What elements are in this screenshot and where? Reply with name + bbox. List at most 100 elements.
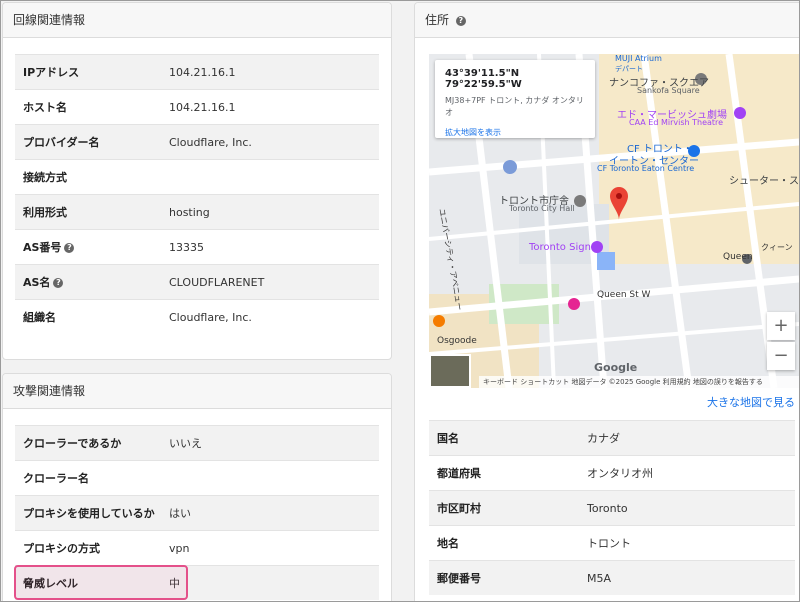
row-key: 組織名 [15, 299, 169, 334]
row-value: 中 [169, 565, 379, 600]
row-key-label: クローラーであるか [23, 437, 122, 450]
line-info-card: 回線関連情報 IPアドレス 104.21.16.1 ホスト名 104.21.16.1 プ… [2, 2, 392, 360]
row-key-label: 国名 [437, 432, 459, 445]
help-icon[interactable]: ? [53, 278, 64, 288]
table-row: 市区町村 Toronto [429, 490, 795, 526]
table-row: クローラーであるか いいえ [15, 425, 379, 461]
row-key: 利用形式 [15, 194, 169, 230]
threat-level-highlight [14, 565, 188, 600]
big-map-link[interactable]: 大きな地図で見る [429, 394, 795, 410]
row-key-label: プロバイダー名 [23, 136, 100, 149]
row-key: IPアドレス [15, 54, 169, 90]
row-key: ホスト名 [15, 89, 169, 125]
row-key-label: 接続方式 [23, 171, 67, 184]
row-key: 市区町村 [429, 490, 587, 526]
page-frame: 回線関連情報 IPアドレス 104.21.16.1 ホスト名 104.21.16.1 プ… [0, 0, 800, 602]
help-icon[interactable]: ? [64, 243, 75, 253]
row-key-label: 組織名 [23, 311, 56, 324]
map-label-osgoode: Osgoode [437, 336, 477, 346]
row-key-label: AS名 [23, 276, 51, 289]
address-card: 住所 ? 43°39'11.5"N 79°22'59.5"W MJ38+7PF … [414, 2, 799, 601]
row-value: オンタリオ州 [587, 455, 795, 491]
row-key: 地名 [429, 525, 587, 561]
row-key: クローラーであるか [15, 425, 169, 461]
attack-info-header: 攻撃関連情報 [3, 374, 391, 409]
row-key: 接続方式 [15, 159, 169, 195]
map-plus-code: MJ38+7PF トロント, カナダ オンタリオ [445, 96, 584, 117]
row-value: 13335 [169, 229, 379, 265]
row-value: Toronto [587, 490, 795, 526]
row-value [169, 460, 379, 496]
table-row: 利用形式 hosting [15, 194, 379, 230]
table-row: 組織名 Cloudflare, Inc. [15, 299, 379, 334]
table-row: AS名? CLOUDFLARENET [15, 264, 379, 300]
row-key-label: プロキシを使用しているか [23, 507, 155, 520]
table-row: 接続方式 [15, 159, 379, 195]
row-key-label: AS番号 [23, 241, 62, 254]
row-key-label: 地名 [437, 537, 459, 550]
row-key-label: 郵便番号 [437, 572, 481, 585]
row-value: はい [169, 495, 379, 531]
help-icon[interactable]: ? [455, 15, 466, 26]
map-label-queen: Queen [723, 252, 753, 262]
google-logo: Google [594, 361, 638, 374]
row-value: カナダ [587, 420, 795, 456]
map-enlarge-link[interactable]: 拡大地図を表示 [445, 127, 585, 138]
line-info-header: 回線関連情報 [3, 3, 391, 38]
table-row: IPアドレス 104.21.16.1 [15, 54, 379, 90]
row-key-label: 都道府県 [437, 467, 481, 480]
row-key-label: 利用形式 [23, 206, 67, 219]
address-header-label: 住所 [425, 13, 450, 27]
row-key: プロキシの方式 [15, 530, 169, 566]
table-row: 郵便番号 M5A [429, 560, 795, 595]
row-value: いいえ [169, 425, 379, 461]
map-label-sign: Toronto Sign [529, 242, 591, 253]
map-label-queen-r: クィーン [761, 243, 793, 252]
row-value: 104.21.16.1 [169, 89, 379, 125]
zoom-in-button[interactable]: + [767, 312, 795, 340]
table-row: クローラー名 [15, 460, 379, 496]
table-row: プロバイダー名 Cloudflare, Inc. [15, 124, 379, 160]
map-label-cityhall-en: Toronto City Hall [509, 204, 575, 213]
row-key-label: IPアドレス [23, 66, 80, 79]
line-info-table: IPアドレス 104.21.16.1 ホスト名 104.21.16.1 プロバイダー名 C… [15, 54, 379, 334]
row-value: hosting [169, 194, 379, 230]
row-key: 郵便番号 [429, 560, 587, 595]
row-value: トロント [587, 525, 795, 561]
table-row: 地名 トロント [429, 525, 795, 561]
address-table: 国名 カナダ都道府県 オンタリオ州市区町村 Toronto 地名 トロント郵便番号 M5A [429, 420, 795, 595]
map-label-shuter: シューター・ス [729, 176, 799, 187]
map-attribution[interactable]: キーボード ショートカット 地図データ ©2025 Google 利用規約 地図… [479, 376, 799, 388]
table-row: 国名 カナダ [429, 420, 795, 456]
map-label-queen-w: Queen St W [597, 290, 651, 300]
row-value: M5A [587, 560, 795, 595]
zoom-out-button[interactable]: − [767, 342, 795, 370]
table-row: AS番号? 13335 [15, 229, 379, 265]
google-map[interactable]: 43°39'11.5"N 79°22'59.5"W MJ38+7PF トロント,… [429, 54, 799, 388]
row-value: vpn [169, 530, 379, 566]
map-label-muji: MUJI Atrium [615, 54, 662, 63]
row-key: AS名? [15, 264, 169, 300]
map-coord: 43°39'11.5"N 79°22'59.5"W [445, 68, 522, 90]
row-key-label: クローラー名 [23, 472, 89, 485]
table-row: プロキシを使用しているか はい [15, 495, 379, 531]
row-value: Cloudflare, Inc. [169, 299, 379, 334]
map-label-ed-en: CAA Ed Mirvish Theatre [629, 118, 724, 127]
row-key: 国名 [429, 420, 587, 456]
row-key: プロバイダー名 [15, 124, 169, 160]
row-value: Cloudflare, Inc. [169, 124, 379, 160]
table-row: プロキシの方式 vpn [15, 530, 379, 566]
map-label-sankofa-en: Sankofa Square [637, 86, 700, 95]
row-key-label: ホスト名 [23, 101, 67, 114]
map-label-muji-sub: デパート [615, 65, 643, 73]
row-key: クローラー名 [15, 460, 169, 496]
row-key-label: プロキシの方式 [23, 542, 100, 555]
row-key-label: 市区町村 [437, 502, 481, 515]
address-header: 住所 ? [415, 3, 799, 38]
row-key: AS番号? [15, 229, 169, 265]
map-satellite-thumbnail[interactable] [429, 354, 471, 388]
row-value: 104.21.16.1 [169, 54, 379, 90]
row-key: プロキシを使用しているか [15, 495, 169, 531]
map-info-window: 43°39'11.5"N 79°22'59.5"W MJ38+7PF トロント,… [435, 60, 595, 138]
row-value: CLOUDFLARENET [169, 264, 379, 300]
